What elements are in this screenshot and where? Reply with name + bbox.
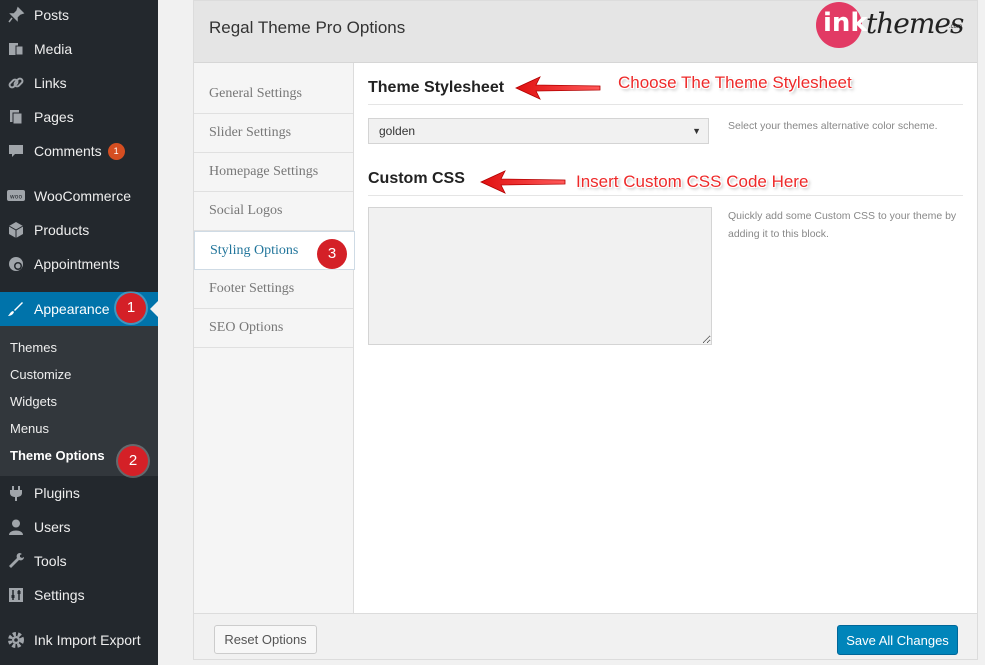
chevron-down-icon: ▼: [692, 126, 701, 136]
nav-homepage-settings[interactable]: Homepage Settings: [194, 153, 353, 192]
user-icon: [6, 517, 26, 537]
menu-label: Appearance: [34, 301, 110, 317]
gear-icon: [6, 630, 26, 650]
annotation-custom-css: Insert Custom CSS Code Here: [576, 172, 809, 191]
admin-sidebar: Posts Media Links Pages Comments 1 woo W…: [0, 0, 158, 665]
stylesheet-help-text: Select your themes alternative color sch…: [728, 120, 938, 132]
menu-label: Ink Import Export: [34, 632, 141, 648]
box-icon: [6, 220, 26, 240]
comment-icon: [6, 141, 26, 161]
submenu-theme-options[interactable]: Theme Options: [10, 448, 105, 463]
sliders-icon: [6, 585, 26, 605]
menu-tools[interactable]: Tools: [0, 544, 158, 578]
menu-pages[interactable]: Pages: [0, 100, 158, 134]
options-nav: General Settings Slider Settings Homepag…: [194, 63, 355, 613]
nav-footer-settings[interactable]: Footer Settings: [194, 270, 353, 309]
menu-label: Plugins: [34, 485, 80, 501]
select-value: golden: [379, 124, 416, 138]
pages-icon: [6, 107, 26, 127]
menu-users[interactable]: Users: [0, 510, 158, 544]
divider: [368, 104, 963, 105]
menu-settings[interactable]: Settings: [0, 578, 158, 612]
pin-icon: [6, 5, 26, 25]
menu-label: Tools: [34, 553, 67, 569]
inkthemes-logo: ink themes .com: [816, 2, 966, 48]
menu-label: Appointments: [34, 256, 120, 272]
step-badge-1: 1: [116, 293, 146, 323]
menu-appointments[interactable]: Appointments: [0, 247, 158, 281]
plug-icon: [6, 483, 26, 503]
menu-label: Media: [34, 41, 73, 57]
menu-products[interactable]: Products: [0, 213, 158, 247]
custom-css-heading: Custom CSS: [368, 170, 465, 187]
submenu-menus[interactable]: Menus: [10, 421, 49, 436]
comment-count-badge: 1: [107, 142, 125, 160]
menu-label: WooCommerce: [34, 188, 131, 204]
page-title: Regal Theme Pro Options: [209, 18, 406, 37]
annotation-stylesheet: Choose The Theme Stylesheet: [618, 73, 852, 92]
appointment-icon: [6, 254, 26, 274]
menu-label: Settings: [34, 587, 85, 603]
menu-plugins[interactable]: Plugins: [0, 476, 158, 510]
logo-ink-text: ink: [823, 8, 868, 38]
theme-options-panel: Regal Theme Pro Options ink themes .com …: [193, 0, 978, 660]
nav-seo-options[interactable]: SEO Options: [194, 309, 353, 348]
brush-icon: [6, 299, 26, 319]
nav-general-settings[interactable]: General Settings: [194, 75, 353, 114]
menu-label: Links: [34, 75, 67, 91]
arrow-icon: [480, 170, 566, 194]
menu-ink-import-export[interactable]: Ink Import Export: [0, 623, 158, 657]
nav-slider-settings[interactable]: Slider Settings: [194, 114, 353, 153]
arrow-icon: [515, 76, 601, 100]
nav-social-logos[interactable]: Social Logos: [194, 192, 353, 231]
media-icon: [6, 39, 26, 59]
submenu-customize[interactable]: Customize: [10, 367, 71, 382]
wrench-icon: [6, 551, 26, 571]
styling-options-content: Theme Stylesheet golden ▼ Select your th…: [368, 63, 964, 611]
theme-stylesheet-select[interactable]: golden ▼: [368, 118, 709, 144]
divider: [368, 195, 963, 196]
panel-header: Regal Theme Pro Options ink themes .com: [194, 1, 977, 63]
menu-label: Posts: [34, 7, 70, 23]
menu-label: Users: [34, 519, 71, 535]
woo-icon: woo: [6, 186, 26, 206]
logo-com-text: .com: [949, 24, 963, 30]
custom-css-help-text: Quickly add some Custom CSS to your them…: [728, 210, 957, 240]
menu-posts[interactable]: Posts: [0, 0, 158, 32]
step-badge-3: 3: [317, 239, 347, 269]
menu-label: Pages: [34, 109, 74, 125]
menu-media[interactable]: Media: [0, 32, 158, 66]
save-all-changes-button[interactable]: Save All Changes: [837, 625, 958, 655]
panel-footer: Reset Options Save All Changes: [194, 613, 977, 659]
menu-woocommerce[interactable]: woo WooCommerce: [0, 179, 158, 213]
menu-label: Products: [34, 222, 90, 238]
link-icon: [6, 73, 26, 93]
menu-comments[interactable]: Comments 1: [0, 134, 158, 168]
submenu-themes[interactable]: Themes: [10, 340, 57, 355]
submenu-widgets[interactable]: Widgets: [10, 394, 57, 409]
svg-text:woo: woo: [10, 194, 23, 201]
step-badge-2: 2: [118, 446, 148, 476]
menu-links[interactable]: Links: [0, 66, 158, 100]
reset-options-button[interactable]: Reset Options: [214, 625, 317, 654]
custom-css-textarea[interactable]: [368, 207, 712, 345]
theme-stylesheet-heading: Theme Stylesheet: [368, 79, 505, 96]
menu-label: Comments: [34, 143, 102, 159]
